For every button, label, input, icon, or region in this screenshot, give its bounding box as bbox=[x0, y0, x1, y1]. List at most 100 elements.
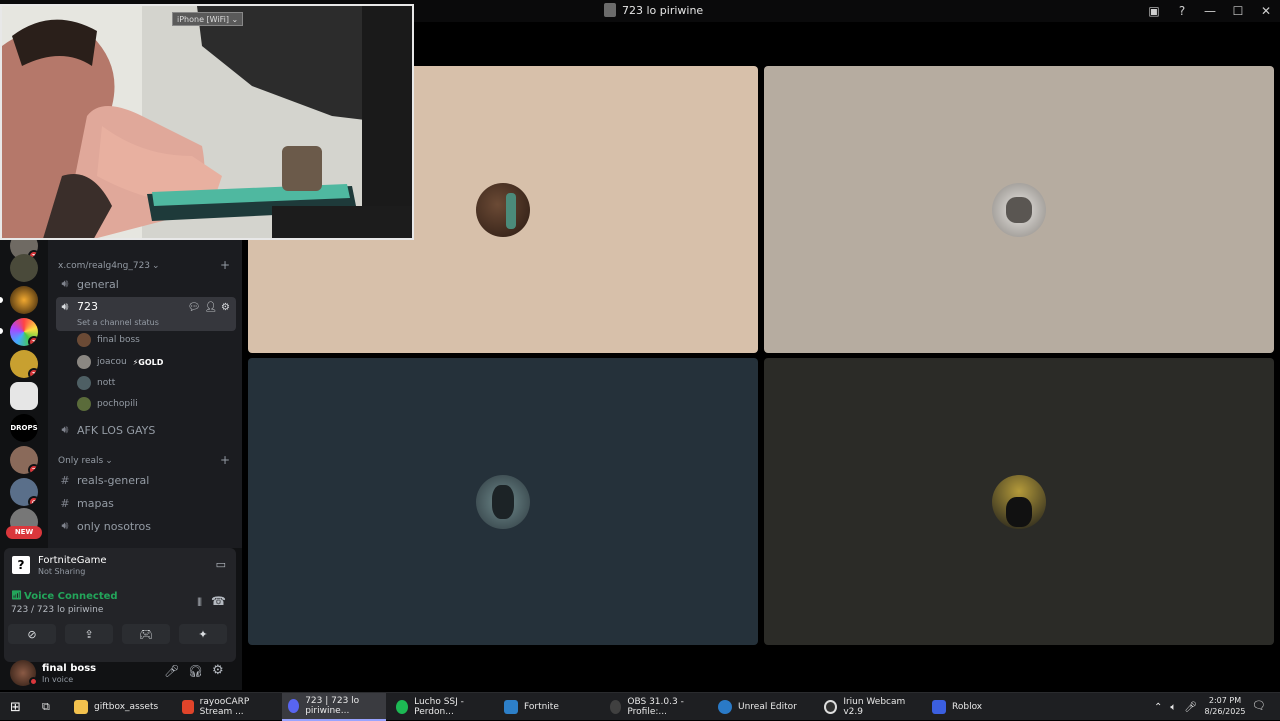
server-icon[interactable]: 3 bbox=[10, 446, 38, 474]
activity-button[interactable]: 🎮︎ bbox=[122, 624, 170, 644]
add-channel-icon[interactable]: + bbox=[220, 258, 230, 272]
chevron-down-icon: ⌄ bbox=[105, 456, 113, 466]
chat-icon[interactable]: 💬︎ bbox=[188, 302, 201, 313]
taskbar-item[interactable]: rayooCARP Stream ... bbox=[176, 693, 280, 721]
unread-pill bbox=[0, 297, 3, 303]
server-icon[interactable]: 1 bbox=[10, 318, 38, 346]
clock[interactable]: 2:07 PM 8/26/2025 bbox=[1200, 695, 1250, 717]
chevron-down-icon: ⌄ bbox=[152, 261, 160, 271]
gear-icon[interactable]: ⚙ bbox=[221, 302, 230, 313]
notifications-icon[interactable]: 🗨︎ bbox=[1252, 699, 1266, 712]
window-title: 723 lo piriwine bbox=[604, 3, 703, 17]
hash-icon: # bbox=[60, 496, 70, 510]
voice-user[interactable]: joacou ⚡GOLD bbox=[77, 353, 163, 371]
category-header[interactable]: x.com/realg4ng_723 ⌄ bbox=[58, 261, 160, 271]
disconnect-icon[interactable]: ☎ bbox=[211, 594, 226, 608]
voice-status[interactable]: Voice Connected bbox=[24, 591, 118, 602]
user-bar: final boss In voice 🎤︎ 🎧︎ ⚙ bbox=[0, 652, 242, 690]
channel-icon bbox=[604, 3, 616, 17]
channel-only-nosotros[interactable]: 🔊︎ only nosotros bbox=[56, 516, 236, 536]
participant-avatar bbox=[992, 182, 1046, 237]
add-channel-icon[interactable]: + bbox=[220, 453, 230, 467]
video-tile-4[interactable] bbox=[764, 358, 1274, 645]
taskbar-item[interactable]: Fortnite bbox=[498, 693, 602, 721]
speaker-icon: 🔊︎ bbox=[61, 300, 69, 313]
window-title-text: 723 lo piriwine bbox=[622, 3, 704, 17]
device-tag[interactable]: iPhone [WiFi] ⌄ bbox=[172, 12, 244, 26]
help-icon[interactable]: ? bbox=[1168, 0, 1196, 22]
invite-icon[interactable]: 👤︎ bbox=[204, 302, 217, 313]
headphones-icon[interactable]: 🎧︎ bbox=[188, 664, 203, 678]
microphone-icon[interactable]: 🎤︎ bbox=[1184, 702, 1197, 713]
chevron-down-icon: ⌄ bbox=[231, 15, 239, 24]
voice-channel[interactable]: 723 / 723 lo piriwine bbox=[11, 605, 103, 615]
close-button[interactable]: ✕ bbox=[1252, 0, 1280, 22]
category-header[interactable]: Only reals ⌄ bbox=[58, 456, 113, 466]
channel-reals-general[interactable]: # reals-general bbox=[56, 470, 236, 490]
channel-status[interactable]: Set a channel status bbox=[77, 318, 159, 327]
game-title: FortniteGame bbox=[38, 555, 107, 566]
server-icon[interactable] bbox=[10, 254, 38, 282]
taskbar-item[interactable]: Roblox bbox=[926, 693, 1006, 721]
speaker-icon: 🔊︎ bbox=[61, 277, 69, 290]
channel-afk[interactable]: 🔊︎ AFK LOS GAYS bbox=[56, 420, 236, 440]
participant-avatar bbox=[992, 474, 1046, 529]
server-icon-drops[interactable]: DROPS bbox=[10, 414, 38, 442]
chevron-up-icon[interactable]: ⌃ bbox=[1154, 702, 1162, 713]
spotify-icon bbox=[396, 700, 409, 714]
video-tile-3[interactable] bbox=[248, 358, 758, 645]
taskbar-item[interactable]: Lucho SSJ - Perdon... bbox=[390, 693, 494, 721]
taskbar: ⊞ ⧉ giftbox_assets rayooCARP Stream ... … bbox=[0, 692, 1280, 721]
participant-avatar bbox=[476, 474, 530, 529]
participant-avatar bbox=[476, 182, 530, 237]
server-icon[interactable]: 6 bbox=[10, 478, 38, 506]
maximize-button[interactable]: ☐ bbox=[1224, 0, 1252, 22]
brave-icon bbox=[182, 700, 194, 714]
channel-list: x.com/realg4ng_723 ⌄ + 🔊︎ general 🔊︎ 723 Se… bbox=[48, 240, 242, 548]
new-badge: NEW bbox=[6, 526, 42, 539]
camera-off-button[interactable]: ⊘ bbox=[8, 624, 56, 644]
minimize-button[interactable]: — bbox=[1196, 0, 1224, 22]
avatar bbox=[77, 397, 91, 411]
channel-mapas[interactable]: # mapas bbox=[56, 493, 236, 513]
obs-icon bbox=[610, 700, 622, 714]
share-status: Not Sharing bbox=[38, 567, 86, 576]
server-rail: 1 1 1 DROPS 3 6 NEW bbox=[0, 232, 48, 548]
window-controls: ▣ ? — ☐ ✕ bbox=[1140, 0, 1280, 22]
microphone-icon[interactable]: 🎤︎ bbox=[164, 664, 179, 678]
server-icon[interactable] bbox=[10, 286, 38, 314]
taskbar-item[interactable]: Iriun Webcam v2.9 bbox=[818, 693, 922, 721]
hash-icon: # bbox=[60, 473, 70, 487]
taskbar-item[interactable]: Unreal Editor bbox=[712, 693, 816, 721]
noise-suppression-icon[interactable]: ⦀ bbox=[197, 596, 202, 610]
video-tile-2[interactable] bbox=[764, 66, 1274, 353]
voice-user[interactable]: nott bbox=[77, 374, 115, 392]
unread-pill bbox=[0, 328, 3, 334]
status-dot bbox=[29, 677, 38, 686]
taskbar-item[interactable]: OBS 31.0.3 - Profile:... bbox=[604, 693, 708, 721]
webcam-overlay[interactable]: iPhone [WiFi] ⌄ bbox=[0, 4, 414, 240]
gear-icon[interactable]: ⚙ bbox=[212, 663, 224, 678]
start-button[interactable]: ⊞ bbox=[4, 693, 28, 721]
channel-general[interactable]: 🔊︎ general bbox=[56, 274, 236, 294]
avatar bbox=[77, 333, 91, 347]
taskbar-item[interactable]: giftbox_assets bbox=[68, 693, 172, 721]
activity-share: ? FortniteGame Not Sharing ▭ bbox=[4, 548, 236, 582]
voice-user[interactable]: pochopili bbox=[77, 395, 138, 413]
server-icon[interactable]: 1 bbox=[10, 350, 38, 378]
username[interactable]: final boss bbox=[42, 663, 96, 674]
task-view-button[interactable]: ⧉ bbox=[36, 693, 60, 721]
avatar bbox=[77, 376, 91, 390]
screen-share-button[interactable]: ⇪ bbox=[65, 624, 113, 644]
roblox-icon bbox=[932, 700, 946, 714]
speaker-icon[interactable]: 🔈︎ bbox=[1170, 702, 1176, 713]
avatar bbox=[77, 355, 91, 369]
share-screen-icon[interactable]: ▭ bbox=[216, 558, 226, 571]
server-icon[interactable] bbox=[10, 382, 38, 410]
signal-icon: 📶︎ bbox=[11, 591, 23, 601]
taskbar-item[interactable]: 723 | 723 lo piriwine... bbox=[282, 693, 386, 721]
channel-723[interactable]: 🔊︎ 723 Set a channel status 💬︎ 👤︎ ⚙ bbox=[56, 297, 236, 331]
soundboard-button[interactable]: ✦ bbox=[179, 624, 227, 644]
voice-user[interactable]: final boss bbox=[77, 331, 140, 349]
screen-share-icon[interactable]: ▣ bbox=[1140, 0, 1168, 22]
